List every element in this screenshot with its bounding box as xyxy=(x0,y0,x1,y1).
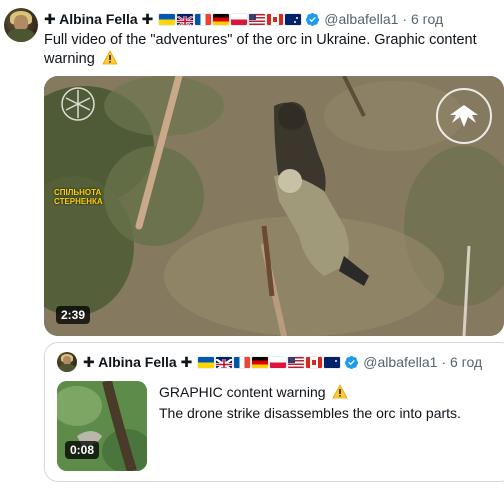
germany-flag-icon xyxy=(213,13,230,25)
tweet-video[interactable]: СПІЛЬНОТА СТЕРНЕНКА 2:39 xyxy=(44,76,504,336)
quoted-text-line2: The drone strike disassembles the orc in… xyxy=(159,405,461,421)
united-kingdom-flag-icon xyxy=(177,13,194,25)
quoted-author-avatar xyxy=(57,352,77,372)
australia-flag-icon xyxy=(285,13,302,25)
quoted-tweet[interactable]: ✚ Albina Fella ✚ @albafella1 · 6 год 0:0… xyxy=(44,342,504,482)
quoted-author-handle: @albafella1 xyxy=(363,354,438,370)
channel-logo-right-icon xyxy=(436,88,492,144)
germany-flag-icon xyxy=(252,356,269,368)
united-kingdom-flag-icon xyxy=(216,356,233,368)
tweet-text: Full video of the "adventures" of the or… xyxy=(44,31,484,71)
poland-flag-icon xyxy=(270,356,287,368)
poland-flag-icon xyxy=(231,13,248,25)
quoted-tweet-header: ✚ Albina Fella ✚ @albafella1 · 6 год xyxy=(83,353,482,371)
channel-logo-left-icon xyxy=(58,84,98,124)
ukraine-flag-icon xyxy=(198,356,215,368)
warning-icon xyxy=(102,50,118,71)
france-flag-icon xyxy=(234,356,251,368)
australia-flag-icon xyxy=(324,356,341,368)
video-duration: 2:39 xyxy=(56,306,91,324)
france-flag-icon xyxy=(195,13,212,25)
author-handle[interactable]: @albafella1 xyxy=(324,11,398,27)
canada-flag-icon xyxy=(306,356,323,368)
quoted-tweet-text: GRAPHIC content warning The drone strike… xyxy=(159,383,499,423)
quoted-tweet-timestamp: · 6 год xyxy=(441,354,483,370)
quoted-author-name: ✚ Albina Fella ✚ xyxy=(83,353,193,370)
author-avatar[interactable] xyxy=(4,8,38,42)
tweet-header: ✚ Albina Fella ✚ @albafella1 · 6 год xyxy=(44,10,443,28)
usa-flag-icon xyxy=(249,13,266,25)
ukraine-flag-icon xyxy=(159,13,176,25)
quoted-flag-list xyxy=(198,356,341,368)
tweet-timestamp[interactable]: · 6 год xyxy=(402,11,443,27)
usa-flag-icon xyxy=(288,356,305,368)
flag-list xyxy=(159,13,302,25)
verified-badge-icon xyxy=(305,12,320,27)
quoted-video-duration: 0:08 xyxy=(65,441,100,459)
verified-badge-icon xyxy=(344,355,359,370)
canada-flag-icon xyxy=(267,13,284,25)
video-frame-illustration xyxy=(44,76,504,336)
video-watermark-text: СПІЛЬНОТА СТЕРНЕНКА xyxy=(54,188,103,206)
author-name[interactable]: ✚ Albina Fella ✚ xyxy=(44,11,153,28)
warning-icon xyxy=(332,384,349,404)
quoted-video-thumbnail[interactable]: 0:08 xyxy=(57,381,147,471)
quoted-text-line1: GRAPHIC content warning xyxy=(159,384,326,400)
